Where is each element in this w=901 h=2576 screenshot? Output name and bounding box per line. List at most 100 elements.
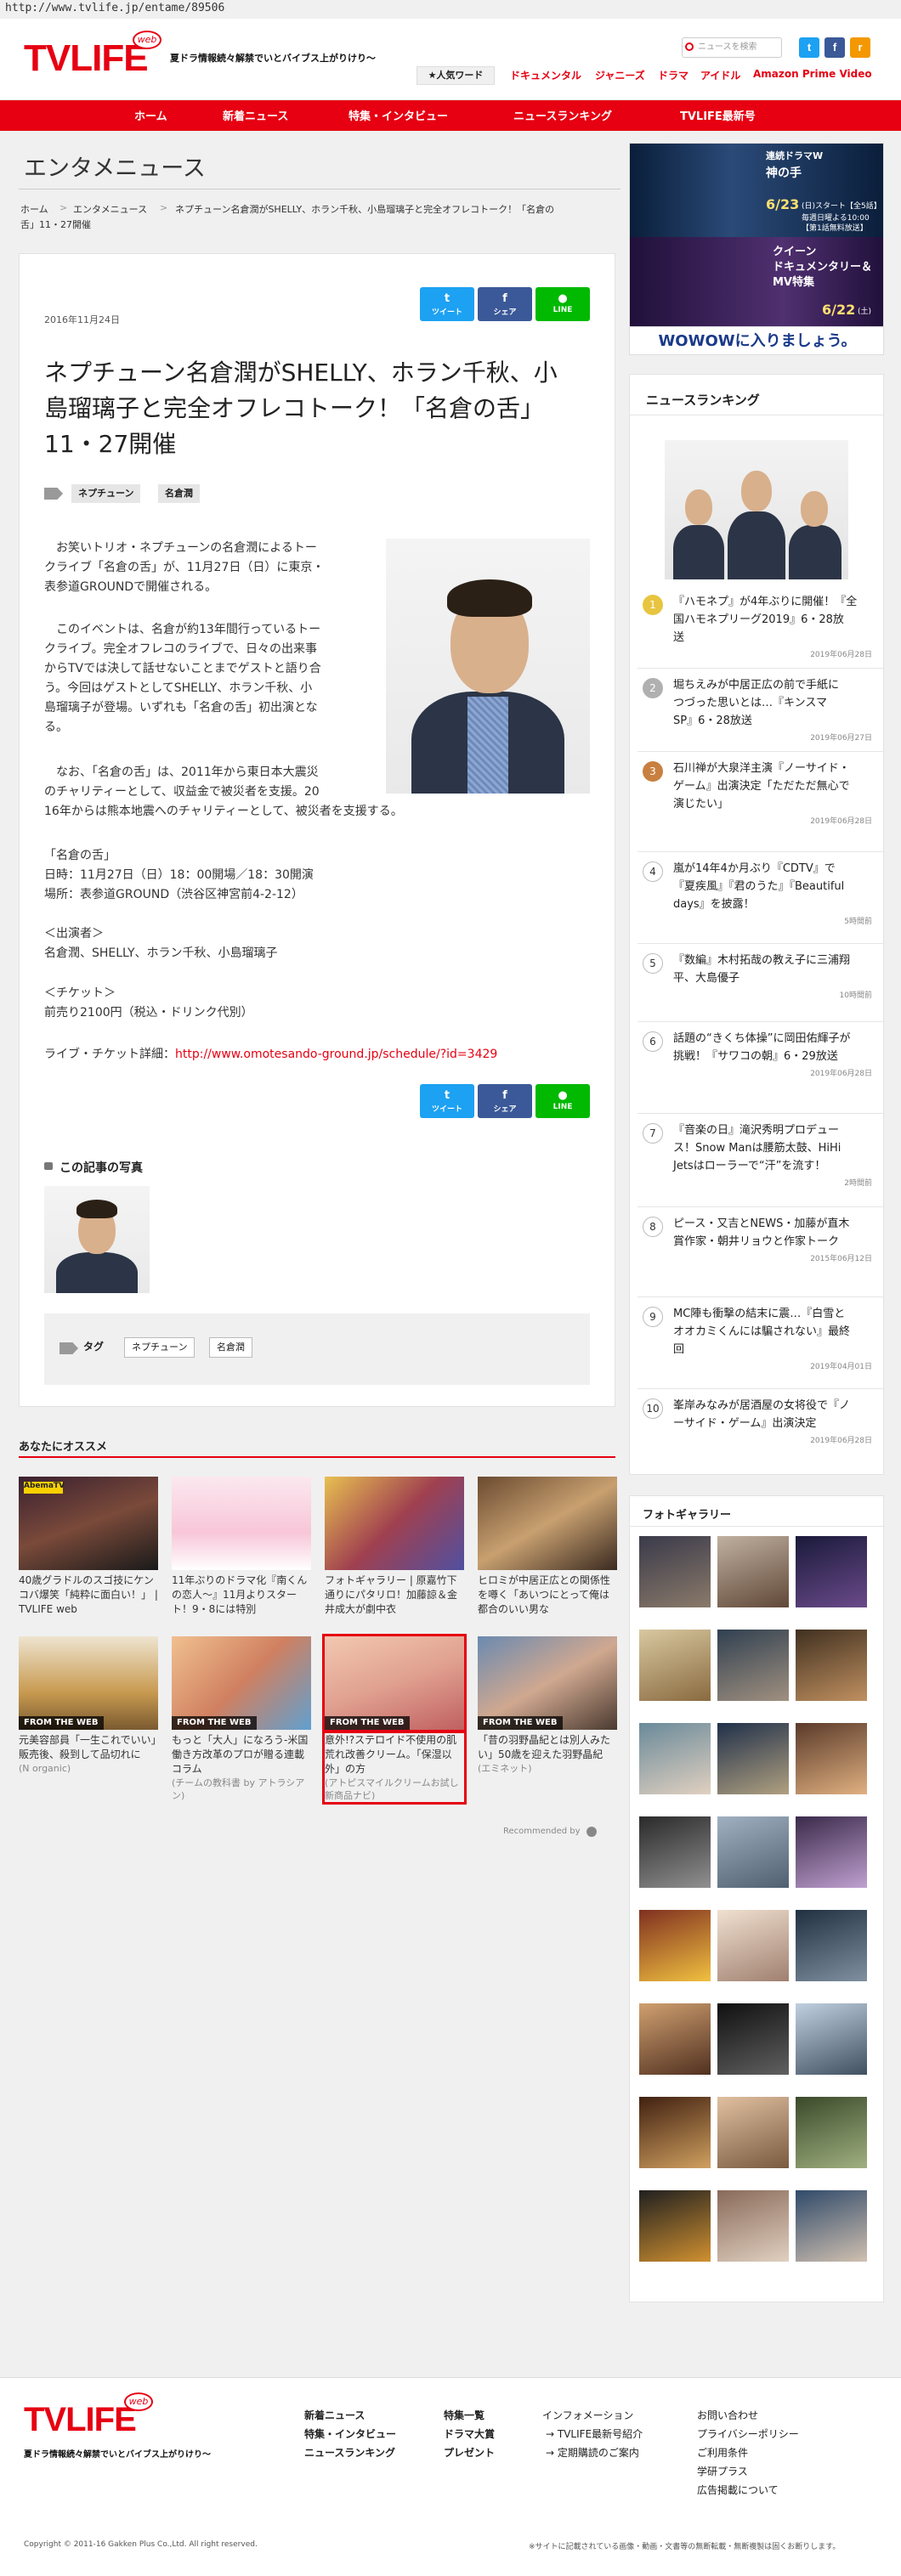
recommend-title[interactable]: 元美容部員「一生これでいい」販売後、殺到して品切れに (N organic) (19, 1733, 158, 1775)
ad-cta[interactable]: WOWOWに入りましょう。 (630, 326, 883, 354)
recommend-thumb-highlighted[interactable]: FROM THE WEB (322, 1634, 467, 1732)
nav-features[interactable]: 特集・インタビュー (348, 107, 448, 123)
footer-link[interactable]: ドラマ大賞 (444, 2426, 495, 2441)
gallery-thumb[interactable] (796, 1816, 867, 1888)
gallery-thumb[interactable] (639, 2003, 711, 2075)
gallery-thumb[interactable] (639, 1723, 711, 1794)
category-link[interactable]: ドキュメンタル (510, 68, 581, 82)
recommend-title[interactable]: 意外!?ステロイド不使用の肌荒れ改善クリーム。「保湿以外」の方 (アトピスマイルク… (322, 1731, 467, 1805)
recommend-title[interactable]: 40歳グラドルのスゴ技にケンコバ爆笑「純粋に面白い！」 | TVLIFE web (19, 1573, 158, 1617)
nav-latest-issue[interactable]: TVLIFE最新号 (680, 107, 756, 123)
recommend-thumb[interactable] (172, 1477, 311, 1570)
site-logo[interactable]: TVLIFE (24, 37, 149, 80)
footer-link[interactable]: 特集一覧 (444, 2408, 484, 2422)
rank-item-link[interactable]: ピース・又吉とNEWS・加藤が直木 賞作家・朝井リョウと作家トーク (648, 1215, 877, 1251)
footer-logo[interactable]: TVLIFE (24, 2401, 137, 2439)
facebook-share-button[interactable]: f シェア (478, 287, 532, 321)
recommend-title[interactable]: ヒロミが中居正広との関係性を噂く「あいつにとって俺は都合のいい男な (478, 1573, 617, 1617)
gallery-thumb[interactable] (796, 1630, 867, 1701)
gallery-thumb[interactable] (796, 1910, 867, 1981)
browser-url[interactable]: http://www.tvlife.jp/entame/89506 (5, 2, 224, 14)
rank-item-link[interactable]: 嵐が14年4か月ぶり『CDTV』で 『夏疾風』『君のうた』『Beautiful da… (648, 860, 877, 913)
tweet-button[interactable]: t ツイート (420, 1084, 474, 1118)
gallery-thumb[interactable] (639, 2097, 711, 2168)
rank-item-link[interactable]: 石川禅が大泉洋主演『ノーサイド・ ゲーム』出演決定「ただただ無心で 演じたい」 (648, 760, 877, 813)
gallery-thumb[interactable] (639, 1536, 711, 1607)
gallery-thumb[interactable] (717, 1723, 789, 1794)
rank-item-link[interactable]: 『数編』木村拓哉の教え子に三浦翔 平、大島優子 (648, 952, 877, 987)
sidebar-ad[interactable]: 連続ドラマW 神の手 6/23 (日)スタート【全5話】 毎週日曜よる10:00… (629, 143, 884, 355)
footer-link[interactable]: 新着ニュース (304, 2408, 365, 2422)
recommend-thumb[interactable]: FROM THE WEB (478, 1636, 617, 1730)
tag-link[interactable]: ネプチューン (124, 1337, 196, 1358)
tweet-button[interactable]: t ツイート (420, 287, 474, 321)
gallery-thumb[interactable] (796, 2190, 867, 2262)
gallery-thumb[interactable] (639, 1816, 711, 1888)
recommend-thumb[interactable] (478, 1477, 617, 1570)
gallery-thumb[interactable] (717, 1630, 789, 1701)
article-tag[interactable]: ネプチューン (71, 484, 141, 503)
recommend-thumb[interactable]: FROM THE WEB (19, 1636, 158, 1730)
footer-link[interactable]: → 定期購読のご案内 (546, 2445, 639, 2460)
rank-item-link[interactable]: 峯岸みなみが居酒屋の女将役で『ノ ーサイド・ゲーム』出演決定 (648, 1397, 877, 1432)
recommend-thumb[interactable]: FROM THE WEB (172, 1636, 311, 1730)
category-link[interactable]: アイドル (700, 68, 740, 82)
outbrain-icon[interactable] (586, 1827, 597, 1837)
line-share-button[interactable]: ● LINE (536, 1084, 590, 1118)
gallery-thumb[interactable] (639, 2190, 711, 2262)
footer-link[interactable]: お問い合わせ (697, 2408, 758, 2422)
footer-link[interactable]: 学研プラス (697, 2464, 748, 2478)
footer-link[interactable]: プレゼント (444, 2445, 495, 2460)
gallery-thumb[interactable] (796, 1723, 867, 1794)
footer-link[interactable]: ニュースランキング (304, 2445, 395, 2460)
gallery-thumb[interactable] (717, 1536, 789, 1607)
rank-item-link[interactable]: 話題の“きくち体操”に岡田佑輝子が 挑戦！『サワコの朝』6・29放送 (648, 1030, 877, 1065)
article-main-photo[interactable] (386, 539, 590, 794)
article-photo-thumb[interactable] (44, 1186, 150, 1293)
ranking-featured-photo[interactable] (665, 440, 848, 579)
footer-link[interactable]: プライバシーポリシー (697, 2426, 799, 2441)
recommend-title[interactable]: 11年ぶりのドラマ化『南くんの恋人〜』11月よりスタート！9・8には特別 (172, 1573, 311, 1617)
category-link[interactable]: ジャニーズ (595, 68, 645, 82)
nav-news[interactable]: 新着ニュース (223, 107, 288, 123)
recommend-title[interactable]: もっと「大人」になろう-米国働き方改革のプロが贈る連載コラム (チームの教科書 b… (172, 1733, 311, 1802)
rank-item-link[interactable]: 堀ちえみが中居正広の前で手紙に つづった思いとは…『キンスマ SP』6・28放送 (648, 676, 877, 730)
footer-link[interactable]: → TVLIFE最新号紹介 (546, 2426, 643, 2441)
gallery-thumb[interactable] (796, 1536, 867, 1607)
recommend-title[interactable]: フォトギャラリー | 原嘉竹下通りにパタリロ！加藤諒＆金井成大が劇中衣 (325, 1573, 464, 1617)
footer-link[interactable]: 特集・インタビュー (304, 2426, 396, 2441)
gallery-thumb[interactable] (796, 2003, 867, 2075)
rank-item-link[interactable]: 『音楽の日』滝沢秀明プロデュー ス！Snow Manは腰筋太鼓、HiHi Jetsは… (648, 1121, 877, 1175)
line-share-button[interactable]: ● LINE (536, 287, 590, 321)
rank-item-link[interactable]: MC陣も衝撃の結末に震…『白雪と オオカミくんには騙されない』最終回 (648, 1305, 877, 1359)
breadcrumb-home[interactable]: ホーム (20, 202, 48, 216)
gallery-thumb[interactable] (796, 2097, 867, 2168)
rank-item-link[interactable]: 『ハモネプ』が4年ぶりに開催！『全 国ハモネプリーグ2019』6・28放送 (648, 593, 877, 647)
recommended-by-label[interactable]: Recommended by (503, 1827, 581, 1836)
facebook-icon[interactable]: f (824, 37, 845, 58)
tag-link[interactable]: 名倉潤 (209, 1337, 252, 1358)
gallery-thumb[interactable] (717, 2003, 789, 2075)
breadcrumb-section[interactable]: エンタメニュース (73, 202, 147, 216)
category-link[interactable]: Amazon Prime Video (753, 68, 872, 80)
search-icon[interactable] (685, 42, 694, 51)
ticket-link[interactable]: http://www.omotesando-ground.jp/schedule… (175, 1048, 497, 1061)
twitter-icon[interactable]: t (799, 37, 819, 58)
gallery-thumb[interactable] (639, 1630, 711, 1701)
search-input[interactable]: ニュースを検索 (682, 37, 782, 58)
recommend-thumb[interactable]: AbemaTV (19, 1477, 158, 1570)
gallery-thumb[interactable] (639, 1910, 711, 1981)
nav-ranking[interactable]: ニュースランキング (513, 107, 612, 123)
gallery-thumb[interactable] (717, 2190, 789, 2262)
article-tag[interactable]: 名倉潤 (158, 484, 200, 503)
facebook-share-button[interactable]: f シェア (478, 1084, 532, 1118)
footer-link[interactable]: 広告掲載について (697, 2483, 779, 2497)
recommend-thumb[interactable] (325, 1477, 464, 1570)
footer-link[interactable]: ご利用条件 (697, 2445, 748, 2460)
category-link[interactable]: ドラマ (658, 68, 688, 82)
gallery-thumb[interactable] (717, 1816, 789, 1888)
nav-home[interactable]: ホーム (134, 107, 167, 123)
gallery-thumb[interactable] (717, 1910, 789, 1981)
recommend-title[interactable]: 「昔の羽野晶紀とは別人みたい」50歳を迎えた羽野晶紀 (エミネット) (478, 1733, 617, 1775)
rss-icon[interactable]: r (850, 37, 870, 58)
